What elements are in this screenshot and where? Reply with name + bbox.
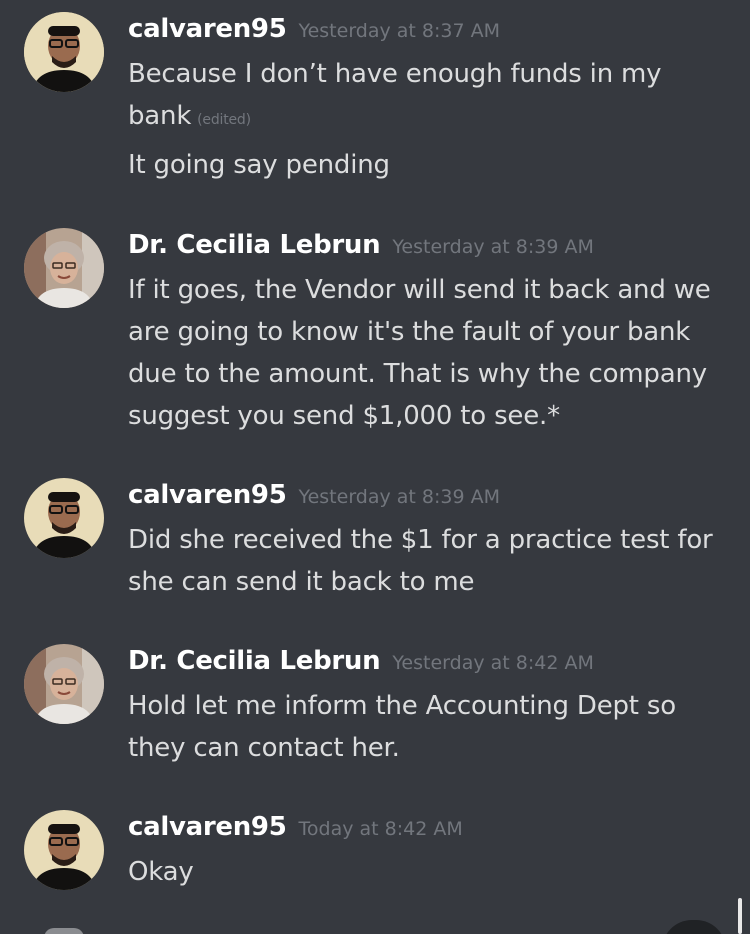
user-avatar-woman-icon[interactable] (24, 228, 104, 308)
edited-label: (edited) (197, 112, 251, 128)
user-avatar-man-icon[interactable] (24, 12, 104, 92)
message-content: If it goes, the Vendor will send it back… (128, 269, 728, 437)
user-avatar-man-icon[interactable] (24, 810, 104, 890)
username[interactable]: calvaren95 (128, 480, 287, 510)
message-line: she can send it back to me (128, 567, 475, 597)
message-content: Did she received the $1 for a practice t… (128, 519, 728, 603)
message-line: due to the amount. That is why the compa… (128, 359, 707, 389)
username[interactable]: Dr. Cecilia Lebrun (128, 230, 381, 260)
message-header: calvaren95 Yesterday at 8:39 AM (128, 480, 500, 510)
user-avatar-woman-icon[interactable] (24, 644, 104, 724)
message-header: calvaren95 Today at 8:42 AM (128, 812, 463, 842)
message-header: Dr. Cecilia Lebrun Yesterday at 8:39 AM (128, 230, 594, 260)
scrollbar[interactable] (738, 898, 742, 934)
message-line: Because I don’t have enough funds in my (128, 59, 662, 89)
message-line: bank (128, 101, 192, 131)
message-header: Dr. Cecilia Lebrun Yesterday at 8:42 AM (128, 646, 594, 676)
message-content: Because I don’t have enough funds in my … (128, 53, 728, 141)
message-content: It going say pending (128, 144, 728, 186)
message-content: Okay (128, 851, 728, 893)
timestamp: Yesterday at 8:39 AM (298, 486, 501, 508)
message-line: they can contact her. (128, 733, 400, 763)
partial-avatar[interactable] (44, 928, 84, 934)
chat-message-list[interactable]: calvaren95 Yesterday at 8:37 AM Because I… (0, 0, 750, 934)
timestamp: Yesterday at 8:39 AM (392, 236, 594, 258)
message-line: Hold let me inform the Accounting Dept s… (128, 691, 676, 721)
timestamp: Yesterday at 8:37 AM (298, 20, 501, 42)
timestamp: Today at 8:42 AM (298, 818, 463, 840)
message-line: If it goes, the Vendor will send it back… (128, 275, 711, 305)
message-line: Okay (128, 857, 194, 887)
message-line: suggest you send $1,000 to see.* (128, 401, 560, 431)
message-header: calvaren95 Yesterday at 8:37 AM (128, 14, 500, 44)
floating-button[interactable] (662, 920, 726, 934)
message-line: It going say pending (128, 150, 390, 180)
timestamp: Yesterday at 8:42 AM (392, 652, 594, 674)
message-line: Did she received the $1 for a practice t… (128, 525, 713, 555)
username[interactable]: Dr. Cecilia Lebrun (128, 646, 381, 676)
user-avatar-man-icon[interactable] (24, 478, 104, 558)
username[interactable]: calvaren95 (128, 812, 287, 842)
message-line-with-edited: bank (edited) (128, 95, 728, 141)
message-content: Hold let me inform the Accounting Dept s… (128, 685, 728, 769)
message-line: are going to know it's the fault of your… (128, 317, 691, 347)
username[interactable]: calvaren95 (128, 14, 287, 44)
